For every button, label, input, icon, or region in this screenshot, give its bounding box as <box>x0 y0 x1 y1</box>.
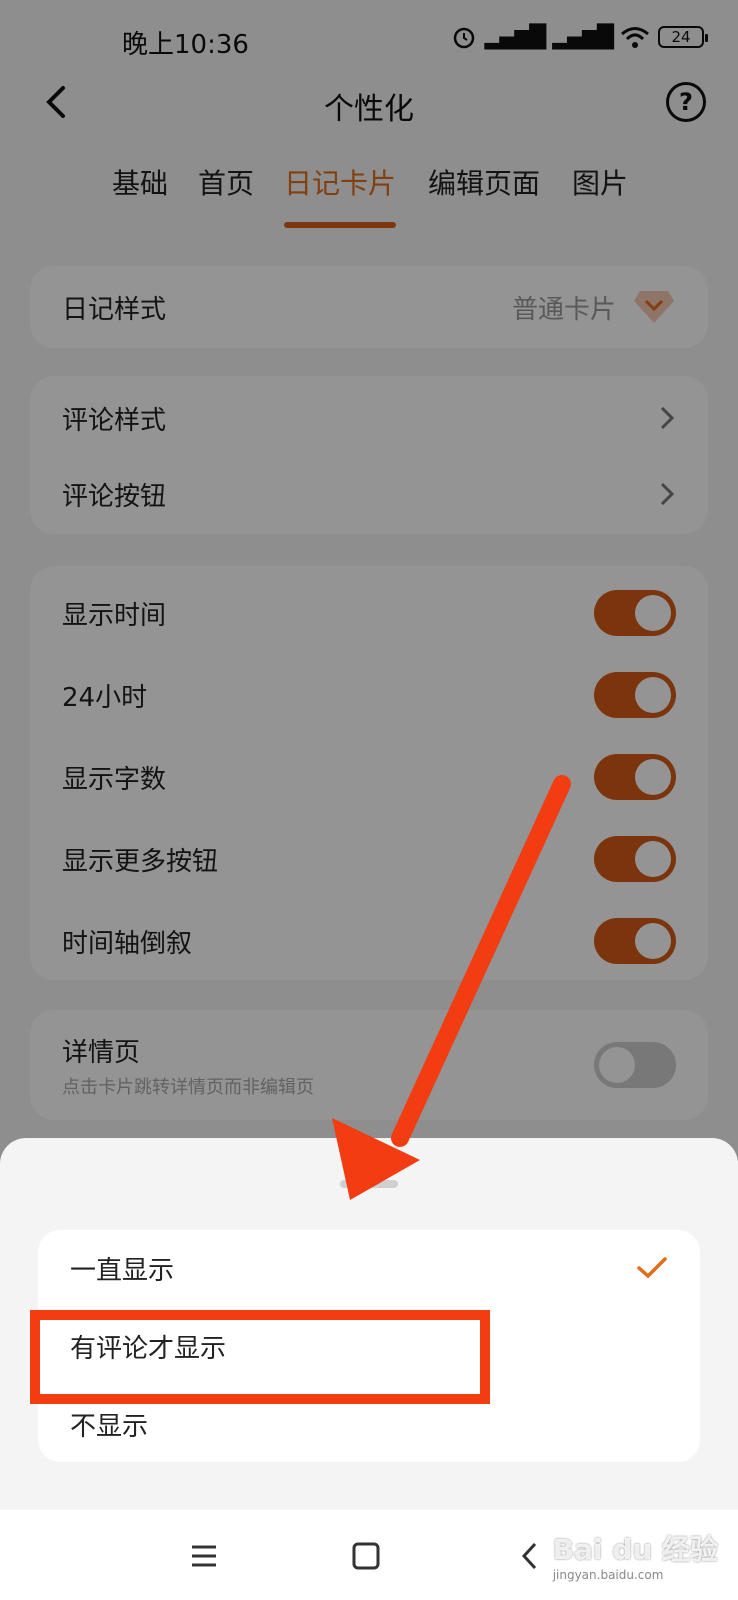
sheet-drag-handle[interactable] <box>340 1180 398 1188</box>
watermark: Bai du 经验 jingyan.baidu.com <box>553 1528 718 1582</box>
annotation-highlight-box <box>30 1310 490 1404</box>
home-nav-button[interactable] <box>346 1536 386 1576</box>
option-label: 一直显示 <box>70 1255 175 1286</box>
back-nav-button[interactable] <box>510 1536 550 1576</box>
square-icon <box>352 1542 380 1570</box>
checkmark-icon <box>637 1257 667 1279</box>
option-label: 不显示 <box>70 1411 149 1442</box>
settings-page: 晚上10:36 ▂▄▆█ ▂▄▆█ 24 个性化 ? 基础 首页 日记卡片 编辑… <box>0 0 738 1600</box>
chevron-left-icon <box>521 1542 537 1570</box>
option-always-show[interactable]: 一直显示 <box>70 1238 668 1298</box>
watermark-site: jingyan.baidu.com <box>552 1568 664 1582</box>
menu-icon <box>192 1545 216 1567</box>
menu-nav-button[interactable] <box>184 1536 224 1576</box>
watermark-brand: Bai du 经验 <box>552 1533 718 1566</box>
system-nav-bar: Bai du 经验 jingyan.baidu.com <box>0 1510 738 1600</box>
